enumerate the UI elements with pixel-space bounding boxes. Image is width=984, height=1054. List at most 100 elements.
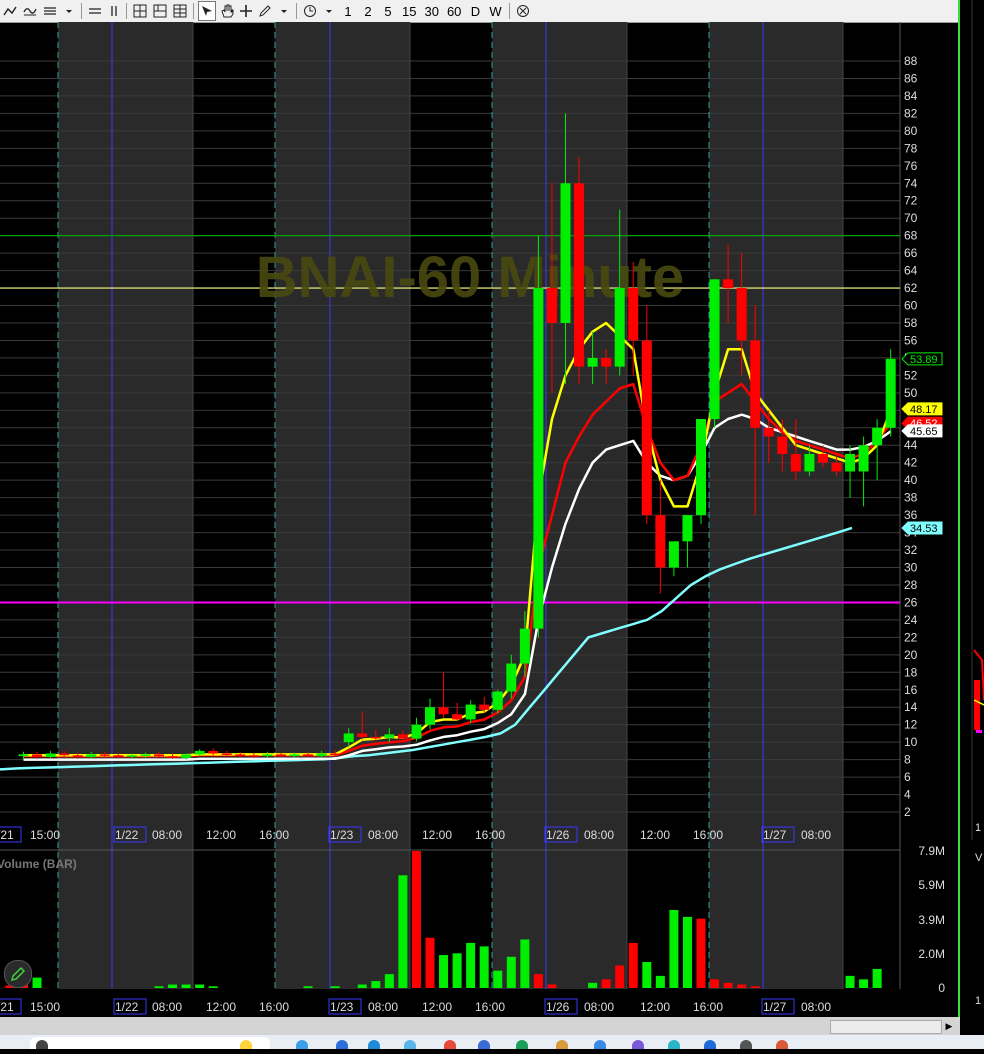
crosshair-icon[interactable] — [238, 2, 254, 20]
timeframe-60m-button[interactable]: 60 — [444, 2, 464, 20]
taskbar-app-icon[interactable] — [296, 1040, 308, 1049]
clock-icon[interactable] — [301, 2, 319, 20]
candle-body — [18, 754, 29, 757]
time-tick-label: 16:00 — [475, 828, 505, 842]
timeframe-5m-button[interactable]: 5 — [379, 2, 397, 20]
taskbar-app-icon[interactable] — [516, 1040, 528, 1049]
candle-body — [506, 663, 517, 692]
price-tick-label: 10 — [904, 735, 918, 749]
taskbar-app-icon[interactable] — [740, 1040, 752, 1049]
volume-tick-label: 2.0M — [918, 947, 945, 961]
price-tick-label: 44 — [904, 438, 918, 452]
pencil-icon[interactable] — [256, 2, 274, 20]
candle-body — [370, 736, 381, 739]
price-chart[interactable]: BNAI-60 Minute 8886848280787674727068666… — [0, 22, 960, 1017]
chevron-down-icon[interactable] — [276, 2, 292, 20]
volume-bar — [425, 937, 435, 988]
volume-bar — [493, 970, 503, 988]
vertical-line-icon[interactable] — [106, 2, 122, 20]
taskbar-app-icon[interactable] — [632, 1040, 644, 1049]
candle-body — [113, 755, 124, 757]
time-tick-label: 08:00 — [368, 1000, 398, 1014]
edit-drawing-button[interactable] — [4, 960, 32, 988]
taskbar-app-icon[interactable] — [444, 1040, 456, 1049]
close-circle-icon[interactable] — [514, 2, 532, 20]
hand-pan-icon[interactable] — [218, 2, 236, 20]
price-tag-label: 34.53 — [910, 523, 938, 535]
chevron-down-icon[interactable] — [321, 2, 337, 20]
horizontal-scrollbar-thumb[interactable] — [830, 1020, 942, 1034]
candle-body — [736, 288, 747, 341]
time-tick-label: 08:00 — [801, 828, 831, 842]
taskbar-app-icon[interactable] — [704, 1040, 716, 1049]
session-band — [492, 22, 627, 989]
volume-bar — [588, 982, 598, 988]
candle-body — [682, 515, 693, 542]
time-tick-label: 08:00 — [584, 1000, 614, 1014]
price-tick-label: 8 — [904, 753, 911, 767]
taskbar-app-icon[interactable] — [368, 1040, 380, 1049]
candle-body — [59, 753, 70, 756]
scroll-right-arrow-icon[interactable]: ▶ — [943, 1020, 955, 1032]
price-tick-label: 16 — [904, 683, 918, 697]
timeframe-1m-button[interactable]: 1 — [339, 2, 357, 20]
volume-bar — [479, 946, 489, 988]
taskbar-app-icon[interactable] — [478, 1040, 490, 1049]
candle-body — [872, 427, 883, 446]
candle-body — [804, 453, 815, 472]
candle-body — [777, 436, 788, 454]
candle-body — [343, 733, 354, 743]
price-tick-label: 20 — [904, 648, 918, 662]
chart-style-icon[interactable] — [21, 2, 39, 20]
candle-body — [790, 453, 801, 472]
candle-body — [126, 755, 137, 757]
price-tick-label: 78 — [904, 141, 918, 155]
timeframe-30m-button[interactable]: 30 — [421, 2, 441, 20]
candle-body — [208, 750, 219, 754]
layout-split-icon[interactable] — [151, 2, 169, 20]
volume-bar — [615, 965, 625, 988]
candle-body — [696, 419, 706, 516]
layout-grid-icon[interactable] — [131, 2, 149, 20]
volume-bar — [303, 986, 313, 988]
taskbar-app-icon[interactable] — [404, 1040, 416, 1049]
horizontal-line-icon[interactable] — [86, 2, 104, 20]
volume-tick-label: 7.9M — [918, 844, 945, 858]
candle-body — [411, 724, 422, 739]
candle-body — [221, 753, 232, 756]
volume-bar — [506, 956, 516, 988]
volume-bar — [547, 984, 557, 988]
layout-tile-icon[interactable] — [171, 2, 189, 20]
candle-body — [289, 754, 300, 757]
cursor-arrow-icon[interactable] — [198, 1, 216, 21]
taskbar-app-icon[interactable] — [556, 1040, 568, 1049]
indicators-icon[interactable] — [41, 2, 59, 20]
volume-bar — [330, 986, 340, 988]
volume-bar — [357, 984, 367, 988]
taskbar-app-icon[interactable] — [594, 1040, 606, 1049]
time-tick-label: 15:00 — [30, 1000, 60, 1014]
volume-bar — [452, 953, 462, 988]
timeframe-15m-button[interactable]: 15 — [399, 2, 419, 20]
taskbar-search-input[interactable] — [30, 1037, 270, 1049]
chevron-down-icon[interactable] — [61, 2, 77, 20]
time-tick-label: 1/22 — [115, 828, 139, 842]
volume-bar — [723, 982, 733, 988]
timeframe-weekly-button[interactable]: W — [486, 2, 504, 20]
taskbar-app-icon[interactable] — [776, 1040, 788, 1049]
price-tick-label: 24 — [904, 613, 918, 627]
price-tick-label: 28 — [904, 578, 918, 592]
taskbar-app-icon[interactable] — [336, 1040, 348, 1049]
price-tick-label: 56 — [904, 333, 918, 347]
draw-line-icon[interactable] — [1, 2, 19, 20]
price-tick-label: 38 — [904, 491, 918, 505]
adjacent-axis-label: 1 — [975, 995, 982, 1007]
timeframe-2m-button[interactable]: 2 — [359, 2, 377, 20]
price-tag-label: 48.17 — [910, 404, 938, 416]
taskbar-app-icon[interactable] — [668, 1040, 680, 1049]
volume-axis: 7.9M 5.9M 3.9M 2.0M 0 — [918, 844, 945, 995]
time-tick-label: 1/27 — [763, 828, 787, 842]
candle-body — [248, 755, 259, 757]
timeframe-daily-button[interactable]: D — [466, 2, 484, 20]
taskbar-app-icon[interactable] — [240, 1040, 252, 1049]
